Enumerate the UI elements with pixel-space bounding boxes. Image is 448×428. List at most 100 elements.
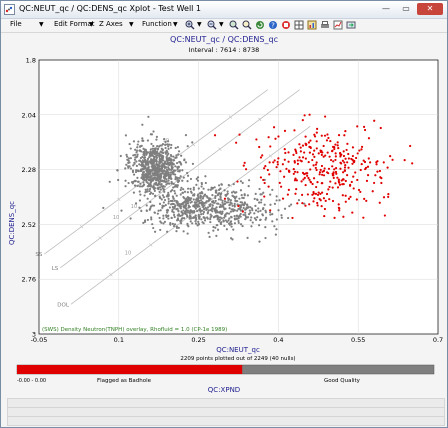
scatter-point [323,214,326,218]
scatter-point [186,202,189,205]
z-axes-dropdown-icon[interactable]: ▼ [129,21,134,28]
scatter-point [173,199,176,202]
scatter-point [238,197,241,200]
crossplot-chart[interactable]: QC:NEUT_qc / QC:DENS_qc Interval : 7614 … [1,33,447,395]
print-icon[interactable] [320,20,330,30]
scatter-point [269,203,272,206]
scatter-point [223,202,226,205]
scatter-point [334,166,338,170]
menu-function[interactable]: Function [142,20,172,28]
grid-icon[interactable] [294,20,304,30]
y-tick-label: 2.04 [22,111,36,119]
scatter-point [244,168,248,171]
scatter-point [168,206,172,209]
scatter-point [241,210,244,213]
scatter-point [342,150,345,153]
scatter-point [138,145,142,148]
scatter-point [158,216,161,220]
scatter-point [319,192,322,196]
scatter-point [345,148,348,152]
chart-icon[interactable] [333,20,343,30]
scatter-point [341,159,344,162]
scatter-point [167,166,170,169]
scatter-point [287,169,291,172]
scatter-point [145,204,148,207]
scatter-point [339,155,342,158]
scatter-point [292,153,295,156]
title-bar: QC:NEUT_qc / QC:DENS_qc Xplot - Test Wel… [1,1,447,19]
scatter-point [153,152,156,156]
scatter-point [263,167,266,170]
scatter-point [313,133,316,136]
zoom-in-icon[interactable] [185,20,195,30]
maximize-button[interactable]: ▭ [397,3,415,15]
scatter-point [225,228,228,231]
function-dropdown-icon[interactable]: ▼ [173,21,178,28]
scatter-point [189,216,192,219]
scatter-point [261,154,264,157]
scatter-point [184,211,188,214]
plot-area[interactable] [38,59,439,335]
edit-format-dropdown-icon[interactable]: ▼ [89,21,94,28]
scatter-point [359,168,362,172]
scatter-point [328,155,331,158]
scatter-point [163,220,167,224]
scatter-point [217,198,220,201]
scatter-point [146,188,149,191]
help-icon[interactable]: ? [268,20,278,30]
zoom-out-icon[interactable] [207,20,217,30]
scatter-point [171,222,174,225]
stop-icon[interactable] [281,20,291,30]
scatter-point [299,150,302,153]
scatter-point [334,182,337,185]
scatter-point [244,218,247,221]
zoom-reset-icon[interactable] [242,20,252,30]
scatter-point [347,152,350,156]
export-icon[interactable] [346,20,356,30]
menu-z-axes[interactable]: Z Axes [99,20,123,28]
scatter-point [151,163,154,166]
refresh-icon[interactable] [255,20,265,30]
scatter-point [298,143,301,146]
scatter-point [260,198,263,201]
scatter-point [136,146,139,149]
scatter-point [131,170,135,174]
scatter-point [294,148,297,151]
scatter-point [215,206,218,209]
points-note: 2209 points plotted out of 2249 (40 null… [180,356,295,362]
overlay-porosity-label: 10 [125,251,131,257]
zoom-area-icon[interactable] [229,20,239,30]
scatter-point [283,175,286,178]
legend-bad-segment[interactable] [17,365,243,374]
file-dropdown-icon[interactable]: ▼ [39,21,44,28]
scatter-point [164,204,167,207]
zoom-in-dropdown-icon[interactable]: ▼ [197,21,202,28]
scatter-point [287,160,290,163]
scatter-point [344,194,347,197]
scatter-point [300,160,303,163]
scatter-point [327,167,331,170]
scatter-point [387,195,390,198]
minimize-button[interactable]: — [377,3,395,15]
overlay-line-label: DOL [57,302,70,308]
scatter-point [283,207,287,210]
scatter-point [376,170,379,173]
zoom-out-dropdown-icon[interactable]: ▼ [219,21,224,28]
scales-icon[interactable] [307,20,317,30]
scatter-point [351,211,354,214]
scatter-point [150,218,153,221]
svg-text:?: ? [271,22,275,30]
menu-file[interactable]: File [10,20,22,28]
scatter-point [363,197,366,200]
scatter-point [159,220,162,223]
scatter-point [142,181,145,184]
chart-title: QC:NEUT_qc / QC:DENS_qc [170,35,278,44]
close-button[interactable]: ✕ [417,3,443,15]
scatter-point [196,199,199,203]
scatter-point [136,153,139,156]
scatter-point [281,197,285,200]
scatter-point [280,185,283,188]
scatter-point [259,209,262,212]
scatter-point [186,198,189,201]
scatter-point [165,159,168,162]
